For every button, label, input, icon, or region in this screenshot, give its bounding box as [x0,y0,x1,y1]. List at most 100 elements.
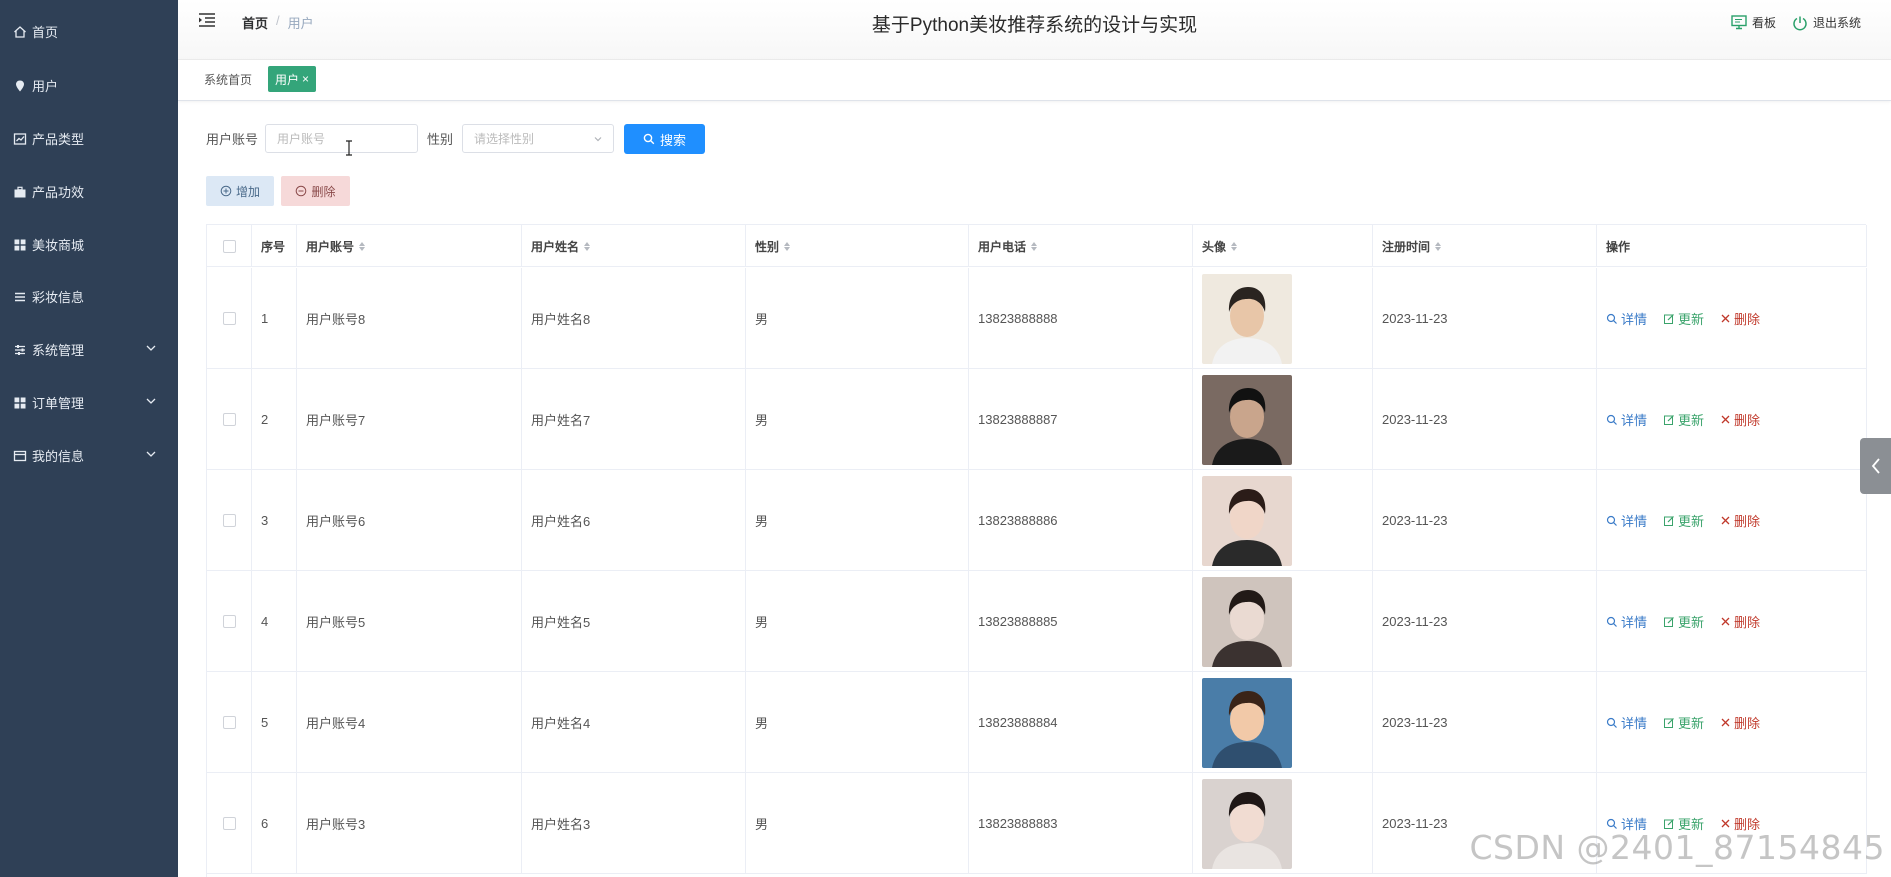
select-all-checkbox[interactable] [222,239,236,253]
detail-button[interactable]: 详情 [1606,309,1647,328]
cell-phone: 13823888885 [969,571,1193,672]
tag-home[interactable]: 系统首页 [204,66,252,92]
delete-button-label: 删除 [311,184,336,199]
cell-name: 用户姓名6 [522,470,746,571]
add-button-label: 增加 [235,184,260,199]
card-icon [12,448,28,464]
table-row: 4 用户账号5 用户姓名5 男 13823888885 2023-11-23 详… [207,571,1867,672]
cell-date: 2023-11-23 [1373,571,1597,672]
cell-phone: 13823888888 [969,268,1193,369]
column-header[interactable]: 用户账号 [297,225,522,267]
side-panel-toggle[interactable] [1860,438,1891,494]
update-button[interactable]: 更新 [1663,410,1704,429]
search-button[interactable]: 搜索 [624,124,705,154]
delete-row-button[interactable]: 删除 [1720,309,1760,328]
update-button[interactable]: 更新 [1663,309,1704,328]
dashboard-button[interactable]: 看板 [1731,14,1776,31]
column-header: 序号 [252,225,297,267]
tag-users[interactable]: 用户 × [268,66,317,92]
delete-row-button[interactable]: 删除 [1720,713,1760,732]
edit-icon [1664,313,1674,324]
sidebar-item-makeup-info[interactable]: 彩妆信息 [0,270,178,323]
detail-button[interactable]: 详情 [1606,713,1647,732]
sidebar-item-product-effect[interactable]: 产品功效 [0,165,178,218]
grid-icon [12,395,28,411]
cell-date: 2023-11-23 [1373,470,1597,571]
row-checkbox[interactable] [222,615,236,628]
sort-icon[interactable] [359,241,366,251]
grid-icon [12,237,28,253]
logout-button[interactable]: 退出系统 [1792,14,1861,31]
update-button[interactable]: 更新 [1663,612,1704,631]
tags-bar: 系统首页 用户 × [178,60,1891,101]
list-icon [12,289,28,305]
sidebar-item-my-info[interactable]: 我的信息 [0,429,178,482]
detail-button[interactable]: 详情 [1606,410,1647,429]
search-icon [1606,515,1617,526]
cell-index: 3 [252,470,297,571]
gender-select[interactable]: 请选择性别 [462,124,614,153]
batch-delete-button[interactable]: 删除 [281,176,350,206]
sliders-icon [12,342,28,358]
row-checkbox[interactable] [222,413,236,426]
delete-row-button[interactable]: 删除 [1720,511,1760,530]
row-checkbox[interactable] [222,817,236,830]
row-checkbox[interactable] [222,716,236,729]
sidebar-item-label: 产品类型 [32,132,85,147]
plus-circle-icon [220,185,232,197]
cell-index: 2 [252,369,297,470]
sort-icon[interactable] [584,241,591,251]
row-checkbox[interactable] [222,514,236,527]
sort-icon[interactable] [1031,241,1038,251]
update-label: 更新 [1678,312,1705,327]
column-header[interactable]: 用户电话 [969,225,1193,267]
watermark: CSDN @2401_87154845 [1469,828,1885,867]
sort-icon[interactable] [1231,241,1238,251]
tag-label: 用户 [275,72,300,87]
sort-icon[interactable] [784,241,791,251]
detail-button[interactable]: 详情 [1606,511,1647,530]
row-checkbox[interactable] [222,312,236,325]
table-row: 1 用户账号8 用户姓名8 男 13823888888 2023-11-23 详… [207,268,1867,369]
sidebar-item-label: 美妆商城 [32,238,85,253]
cell-actions: 详情 更新 删除 [1597,369,1867,470]
add-button[interactable]: 增加 [206,176,274,206]
column-header[interactable]: 头像 [1193,225,1373,267]
cell-gender: 男 [746,268,969,369]
edit-icon [1664,616,1674,627]
sort-icon[interactable] [1435,241,1442,251]
cell-avatar [1193,470,1373,571]
sidebar-item-system[interactable]: 系统管理 [0,323,178,376]
column-header[interactable]: 注册时间 [1373,225,1597,267]
update-button[interactable]: 更新 [1663,511,1704,530]
sidebar-item-home[interactable]: 首页 [0,5,178,58]
checkbox-cell [207,571,252,672]
close-icon [1721,314,1730,323]
checkbox-cell [207,470,252,571]
header-actions: 看板 退出系统 [1731,14,1861,31]
cell-date: 2023-11-23 [1373,268,1597,369]
dashboard-label: 看板 [1751,16,1776,30]
column-header-label: 序号 [261,239,286,254]
close-icon[interactable]: × [302,72,309,86]
delete-row-button[interactable]: 删除 [1720,612,1760,631]
update-button[interactable]: 更新 [1663,713,1704,732]
sidebar-item-users[interactable]: 用户 [0,59,178,112]
cell-avatar [1193,672,1373,773]
column-header-label: 操作 [1606,239,1631,254]
cell-avatar [1193,571,1373,672]
column-header[interactable]: 用户姓名 [522,225,746,267]
sidebar-item-product-type[interactable]: 产品类型 [0,112,178,165]
cell-index: 4 [252,571,297,672]
close-icon [1721,415,1730,424]
delete-row-button[interactable]: 删除 [1720,410,1760,429]
column-header[interactable]: 性别 [746,225,969,267]
detail-button[interactable]: 详情 [1606,612,1647,631]
delete-label: 删除 [1734,413,1761,428]
sidebar-item-label: 用户 [32,79,59,94]
account-search-input[interactable]: 用户账号 [265,124,418,153]
sidebar-item-shop[interactable]: 美妆商城 [0,218,178,271]
select-all-cell [207,225,252,267]
sidebar-item-orders[interactable]: 订单管理 [0,376,178,429]
edit-icon [1664,414,1674,425]
